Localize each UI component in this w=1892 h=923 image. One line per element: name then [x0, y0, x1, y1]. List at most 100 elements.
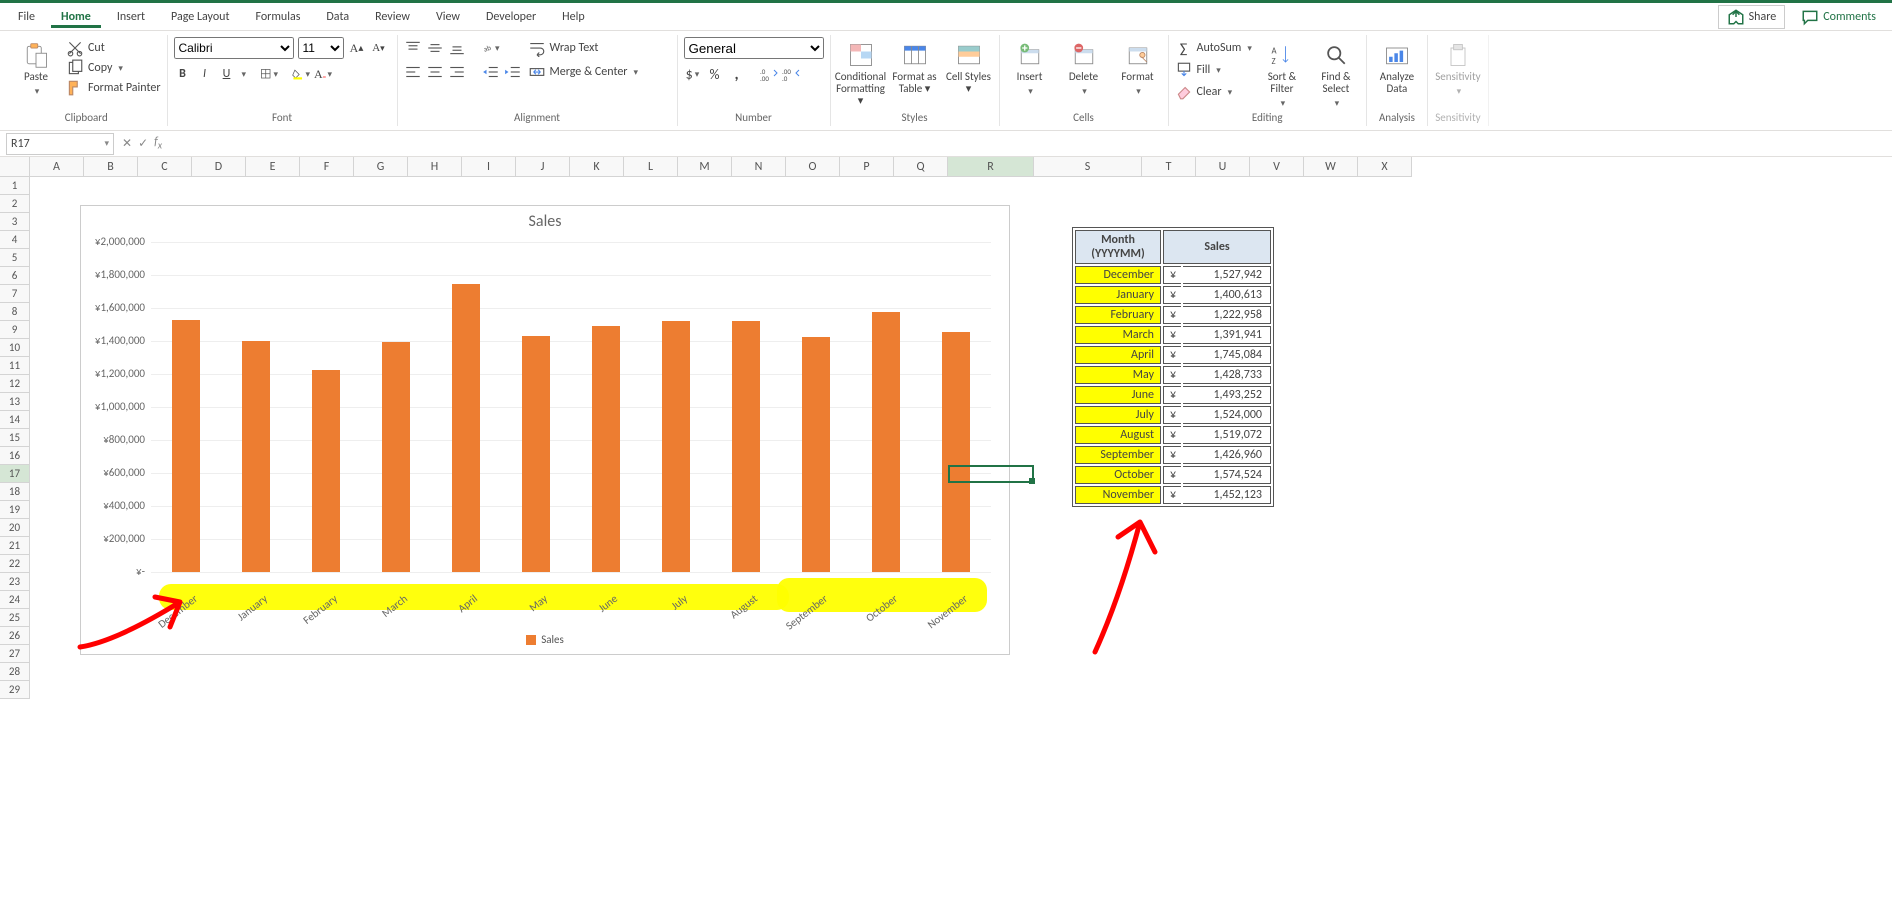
- font-size-select[interactable]: 11: [298, 37, 344, 59]
- increase-decimal-icon[interactable]: .0.00: [760, 65, 778, 83]
- table-row[interactable]: April¥1,745,084: [1075, 346, 1271, 364]
- orientation-icon[interactable]: ab: [482, 39, 500, 57]
- row-header[interactable]: 28: [0, 663, 30, 681]
- underline-dropdown-icon[interactable]: [240, 67, 247, 81]
- formula-bar-input[interactable]: [168, 133, 1892, 155]
- row-header[interactable]: 21: [0, 537, 30, 555]
- italic-button[interactable]: I: [196, 67, 214, 81]
- column-header[interactable]: J: [516, 157, 570, 177]
- chart-bar[interactable]: [872, 312, 900, 572]
- column-header[interactable]: E: [246, 157, 300, 177]
- comments-button[interactable]: Comments: [1793, 5, 1884, 29]
- underline-button[interactable]: U: [218, 67, 236, 81]
- month-cell[interactable]: April: [1075, 346, 1161, 364]
- row-header[interactable]: 10: [0, 339, 30, 357]
- row-header[interactable]: 16: [0, 447, 30, 465]
- table-row[interactable]: August¥1,519,072: [1075, 426, 1271, 444]
- increase-indent-icon[interactable]: [504, 63, 522, 81]
- copy-button[interactable]: Copy: [66, 59, 123, 77]
- cell-styles-button[interactable]: Cell Styles ▾: [945, 37, 993, 95]
- currency-cell[interactable]: ¥: [1163, 446, 1181, 464]
- tab-developer[interactable]: Developer: [476, 6, 546, 28]
- value-cell[interactable]: 1,493,252: [1183, 386, 1271, 404]
- sort-filter-button[interactable]: AZ Sort & Filter: [1258, 37, 1306, 109]
- currency-cell[interactable]: ¥: [1163, 406, 1181, 424]
- column-header[interactable]: Q: [894, 157, 948, 177]
- tab-formulas[interactable]: Formulas: [245, 6, 310, 28]
- column-header[interactable]: F: [300, 157, 354, 177]
- sales-data-table[interactable]: Month (YYYYMM) Sales December¥1,527,942J…: [1072, 227, 1274, 507]
- value-cell[interactable]: 1,519,072: [1183, 426, 1271, 444]
- currency-cell[interactable]: ¥: [1163, 386, 1181, 404]
- month-cell[interactable]: September: [1075, 446, 1161, 464]
- align-middle-icon[interactable]: [426, 39, 444, 57]
- row-header[interactable]: 11: [0, 357, 30, 375]
- table-row[interactable]: June¥1,493,252: [1075, 386, 1271, 404]
- row-header[interactable]: 13: [0, 393, 30, 411]
- row-header[interactable]: 25: [0, 609, 30, 627]
- column-header[interactable]: P: [840, 157, 894, 177]
- table-row[interactable]: December¥1,527,942: [1075, 266, 1271, 284]
- currency-cell[interactable]: ¥: [1163, 266, 1181, 284]
- value-cell[interactable]: 1,428,733: [1183, 366, 1271, 384]
- tab-insert[interactable]: Insert: [107, 6, 155, 28]
- table-row[interactable]: February¥1,222,958: [1075, 306, 1271, 324]
- name-box[interactable]: R17 ▾: [6, 133, 114, 155]
- align-top-icon[interactable]: [404, 39, 422, 57]
- format-as-table-button[interactable]: Format as Table ▾: [891, 37, 939, 95]
- row-header[interactable]: 7: [0, 285, 30, 303]
- tab-page-layout[interactable]: Page Layout: [161, 6, 239, 28]
- row-header[interactable]: 6: [0, 267, 30, 285]
- currency-cell[interactable]: ¥: [1163, 426, 1181, 444]
- font-color-button[interactable]: A: [314, 65, 332, 83]
- month-cell[interactable]: January: [1075, 286, 1161, 304]
- enter-formula-icon[interactable]: ✓: [138, 136, 148, 151]
- chart-bar[interactable]: [242, 341, 270, 572]
- comma-format-button[interactable]: ,: [728, 65, 746, 83]
- column-header[interactable]: T: [1142, 157, 1196, 177]
- conditional-formatting-button[interactable]: Conditional Formatting ▾: [837, 37, 885, 107]
- row-header[interactable]: 1: [0, 177, 30, 195]
- column-header[interactable]: X: [1358, 157, 1412, 177]
- row-header[interactable]: 12: [0, 375, 30, 393]
- fill-color-button[interactable]: [292, 65, 310, 83]
- analyze-data-button[interactable]: Analyze Data: [1373, 37, 1421, 95]
- insert-cells-button[interactable]: Insert: [1006, 37, 1054, 97]
- currency-cell[interactable]: ¥: [1163, 306, 1181, 324]
- row-header[interactable]: 2: [0, 195, 30, 213]
- currency-cell[interactable]: ¥: [1163, 466, 1181, 484]
- chart-bar[interactable]: [522, 336, 550, 572]
- chart-bar[interactable]: [312, 370, 340, 572]
- currency-cell[interactable]: ¥: [1163, 286, 1181, 304]
- column-header[interactable]: C: [138, 157, 192, 177]
- value-cell[interactable]: 1,391,941: [1183, 326, 1271, 344]
- month-cell[interactable]: November: [1075, 486, 1161, 504]
- find-select-button[interactable]: Find & Select: [1312, 37, 1360, 109]
- tab-review[interactable]: Review: [365, 6, 420, 28]
- decrease-indent-icon[interactable]: [482, 63, 500, 81]
- chart-bar[interactable]: [592, 326, 620, 572]
- row-header[interactable]: 14: [0, 411, 30, 429]
- row-header[interactable]: 4: [0, 231, 30, 249]
- column-header[interactable]: S: [1034, 157, 1142, 177]
- align-left-icon[interactable]: [404, 63, 422, 81]
- percent-format-button[interactable]: %: [706, 65, 724, 83]
- row-header[interactable]: 18: [0, 483, 30, 501]
- currency-cell[interactable]: ¥: [1163, 326, 1181, 344]
- decrease-font-icon[interactable]: A▾: [370, 39, 388, 57]
- currency-cell[interactable]: ¥: [1163, 366, 1181, 384]
- month-cell[interactable]: February: [1075, 306, 1161, 324]
- column-header[interactable]: W: [1304, 157, 1358, 177]
- value-cell[interactable]: 1,527,942: [1183, 266, 1271, 284]
- chart-bar[interactable]: [382, 342, 410, 572]
- chart-bar[interactable]: [662, 321, 690, 572]
- table-row[interactable]: January¥1,400,613: [1075, 286, 1271, 304]
- cut-button[interactable]: Cut: [66, 39, 105, 57]
- value-cell[interactable]: 1,745,084: [1183, 346, 1271, 364]
- fill-button[interactable]: Fill: [1175, 61, 1221, 79]
- chart-bar[interactable]: [732, 321, 760, 572]
- tab-help[interactable]: Help: [552, 6, 595, 28]
- align-right-icon[interactable]: [448, 63, 466, 81]
- month-cell[interactable]: March: [1075, 326, 1161, 344]
- row-header[interactable]: 8: [0, 303, 30, 321]
